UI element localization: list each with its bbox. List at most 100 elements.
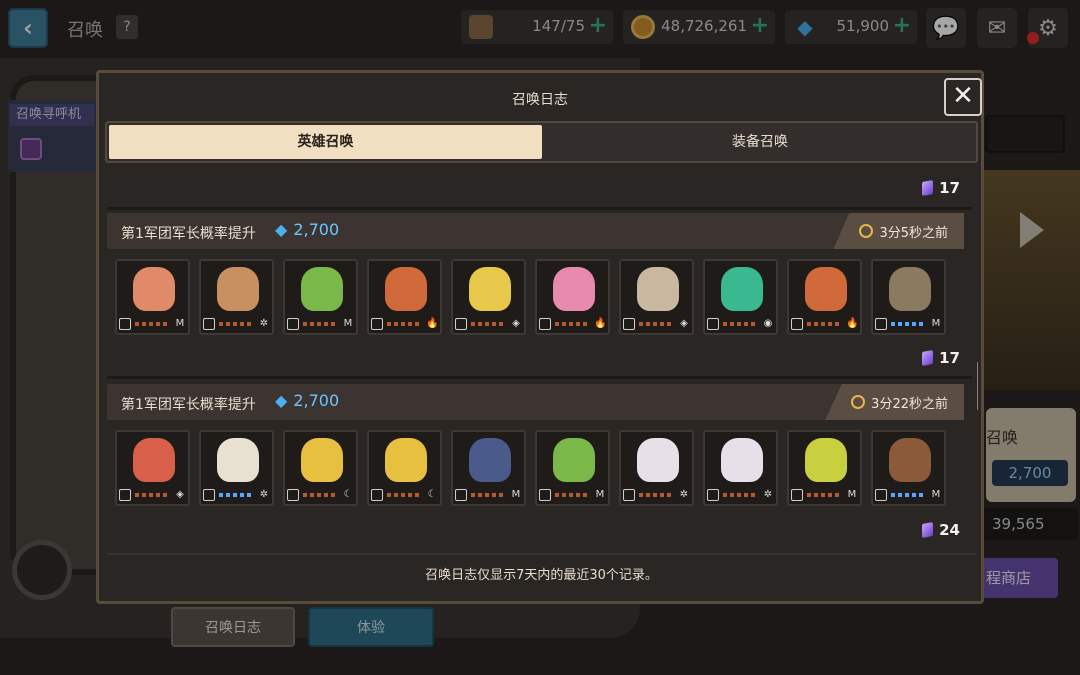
star-rating [219,322,254,326]
hero-portrait [217,438,259,482]
close-button[interactable]: ✕ [944,78,982,116]
hero-card[interactable]: 🔥 [787,259,862,335]
star-rating [891,493,926,497]
hero-portrait [721,267,763,311]
class-icon [791,489,803,501]
element-icon: M [511,489,521,500]
hero-card[interactable]: ◉ [703,259,778,335]
record-price: ◆ 2,700 [275,391,339,410]
hero-portrait [553,267,595,311]
element-icon: M [595,489,605,500]
element-icon: M [931,489,941,500]
element-icon: ✲ [763,489,773,500]
hero-row: M ✲ M 🔥 ◈ 🔥 ◈ ◉ 🔥 M [115,259,946,335]
class-icon [371,318,383,330]
clock-icon [859,224,874,238]
modal-title: 召唤日志 [512,92,568,108]
hero-portrait [217,267,259,311]
hero-card[interactable]: ☾ [283,430,358,506]
class-icon [203,318,215,330]
shard-icon [922,522,934,538]
shard-icon [922,180,934,196]
hero-card[interactable]: M [115,259,190,335]
record-title: 第1军团军长概率提升 [121,397,256,413]
class-icon [287,318,299,330]
element-icon: ◈ [512,318,520,329]
hero-info: M [119,317,186,331]
shard-count-value: 17 [939,349,960,367]
hero-info: ◈ [455,317,522,331]
close-icon: ✕ [952,81,974,111]
star-rating [471,322,506,326]
hero-card[interactable]: ☾ [367,430,442,506]
hero-card[interactable]: M [283,259,358,335]
element-icon: ◈ [176,489,184,500]
class-icon [203,489,215,501]
hero-card[interactable]: M [451,430,526,506]
class-icon [455,318,467,330]
tab-hero-summon[interactable]: 英雄召唤 [109,125,542,159]
hero-portrait [469,267,511,311]
shard-count: 17 [922,349,960,367]
tab-equipment-summon[interactable]: 装备召唤 [544,125,976,159]
hero-card[interactable]: M [787,430,862,506]
hero-card[interactable]: 🔥 [535,259,610,335]
star-rating [303,322,338,326]
record-time-value: 3分5秒之前 [879,225,948,241]
hero-portrait [721,438,763,482]
class-icon [623,318,635,330]
element-icon: ✲ [679,489,689,500]
class-icon [539,318,551,330]
hero-card[interactable]: ◈ [451,259,526,335]
hero-row: ◈ ✲ ☾ ☾ M M ✲ ✲ M M [115,430,946,506]
hero-card[interactable]: ✲ [199,430,274,506]
star-rating [555,322,590,326]
star-rating [723,322,758,326]
hero-card[interactable]: M [535,430,610,506]
hero-portrait [133,438,175,482]
record-time: 3分22秒之前 [825,384,964,420]
hero-card[interactable]: ✲ [199,259,274,335]
star-rating [639,322,674,326]
element-icon: ✲ [259,489,269,500]
hero-card[interactable]: ✲ [619,430,694,506]
star-rating [135,322,170,326]
hero-info: ◈ [119,488,186,502]
hero-info: ✲ [623,488,690,502]
shard-count-value: 24 [939,521,960,539]
element-icon: ◉ [763,318,773,329]
hero-card[interactable]: ◈ [619,259,694,335]
element-icon: ◈ [680,318,688,329]
record-time: 3分5秒之前 [833,213,964,249]
hero-card[interactable]: 🔥 [367,259,442,335]
hero-portrait [301,438,343,482]
record-header: 第1军团军长概率提升 ◆ 2,700 3分22秒之前 [107,384,964,420]
hero-portrait [889,438,931,482]
summon-log-modal: 召唤日志 ✕ 英雄召唤 装备召唤 17 第1军团军长概率提升 ◆ 2,700 3… [96,70,984,604]
gem-icon: ◆ [275,220,288,239]
hero-info: ✲ [203,488,270,502]
footer-note: 召唤日志仅显示7天内的最近30个记录。 [107,553,976,595]
star-rating [387,493,422,497]
hero-card[interactable]: M [871,259,946,335]
class-icon [119,318,131,330]
hero-portrait [553,438,595,482]
record-price-value: 2,700 [293,391,340,410]
element-icon: M [931,318,941,329]
hero-info: 🔥 [539,317,606,331]
scrollbar[interactable] [977,361,978,411]
hero-card[interactable]: ◈ [115,430,190,506]
record-list[interactable]: 17 第1军团军长概率提升 ◆ 2,700 3分5秒之前 M ✲ M 🔥 ◈ 🔥 ◈ ◉ 🔥 M … [107,171,978,549]
hero-portrait [805,267,847,311]
hero-portrait [637,267,679,311]
shard-icon [922,350,934,366]
star-rating [807,322,842,326]
hero-card[interactable]: M [871,430,946,506]
shard-count-value: 17 [939,179,960,197]
element-icon: ✲ [259,318,269,329]
shard-count: 17 [922,179,960,197]
record-time-value: 3分22秒之前 [871,396,948,412]
hero-card[interactable]: ✲ [703,430,778,506]
hero-info: 🔥 [371,317,438,331]
element-icon: M [175,318,185,329]
